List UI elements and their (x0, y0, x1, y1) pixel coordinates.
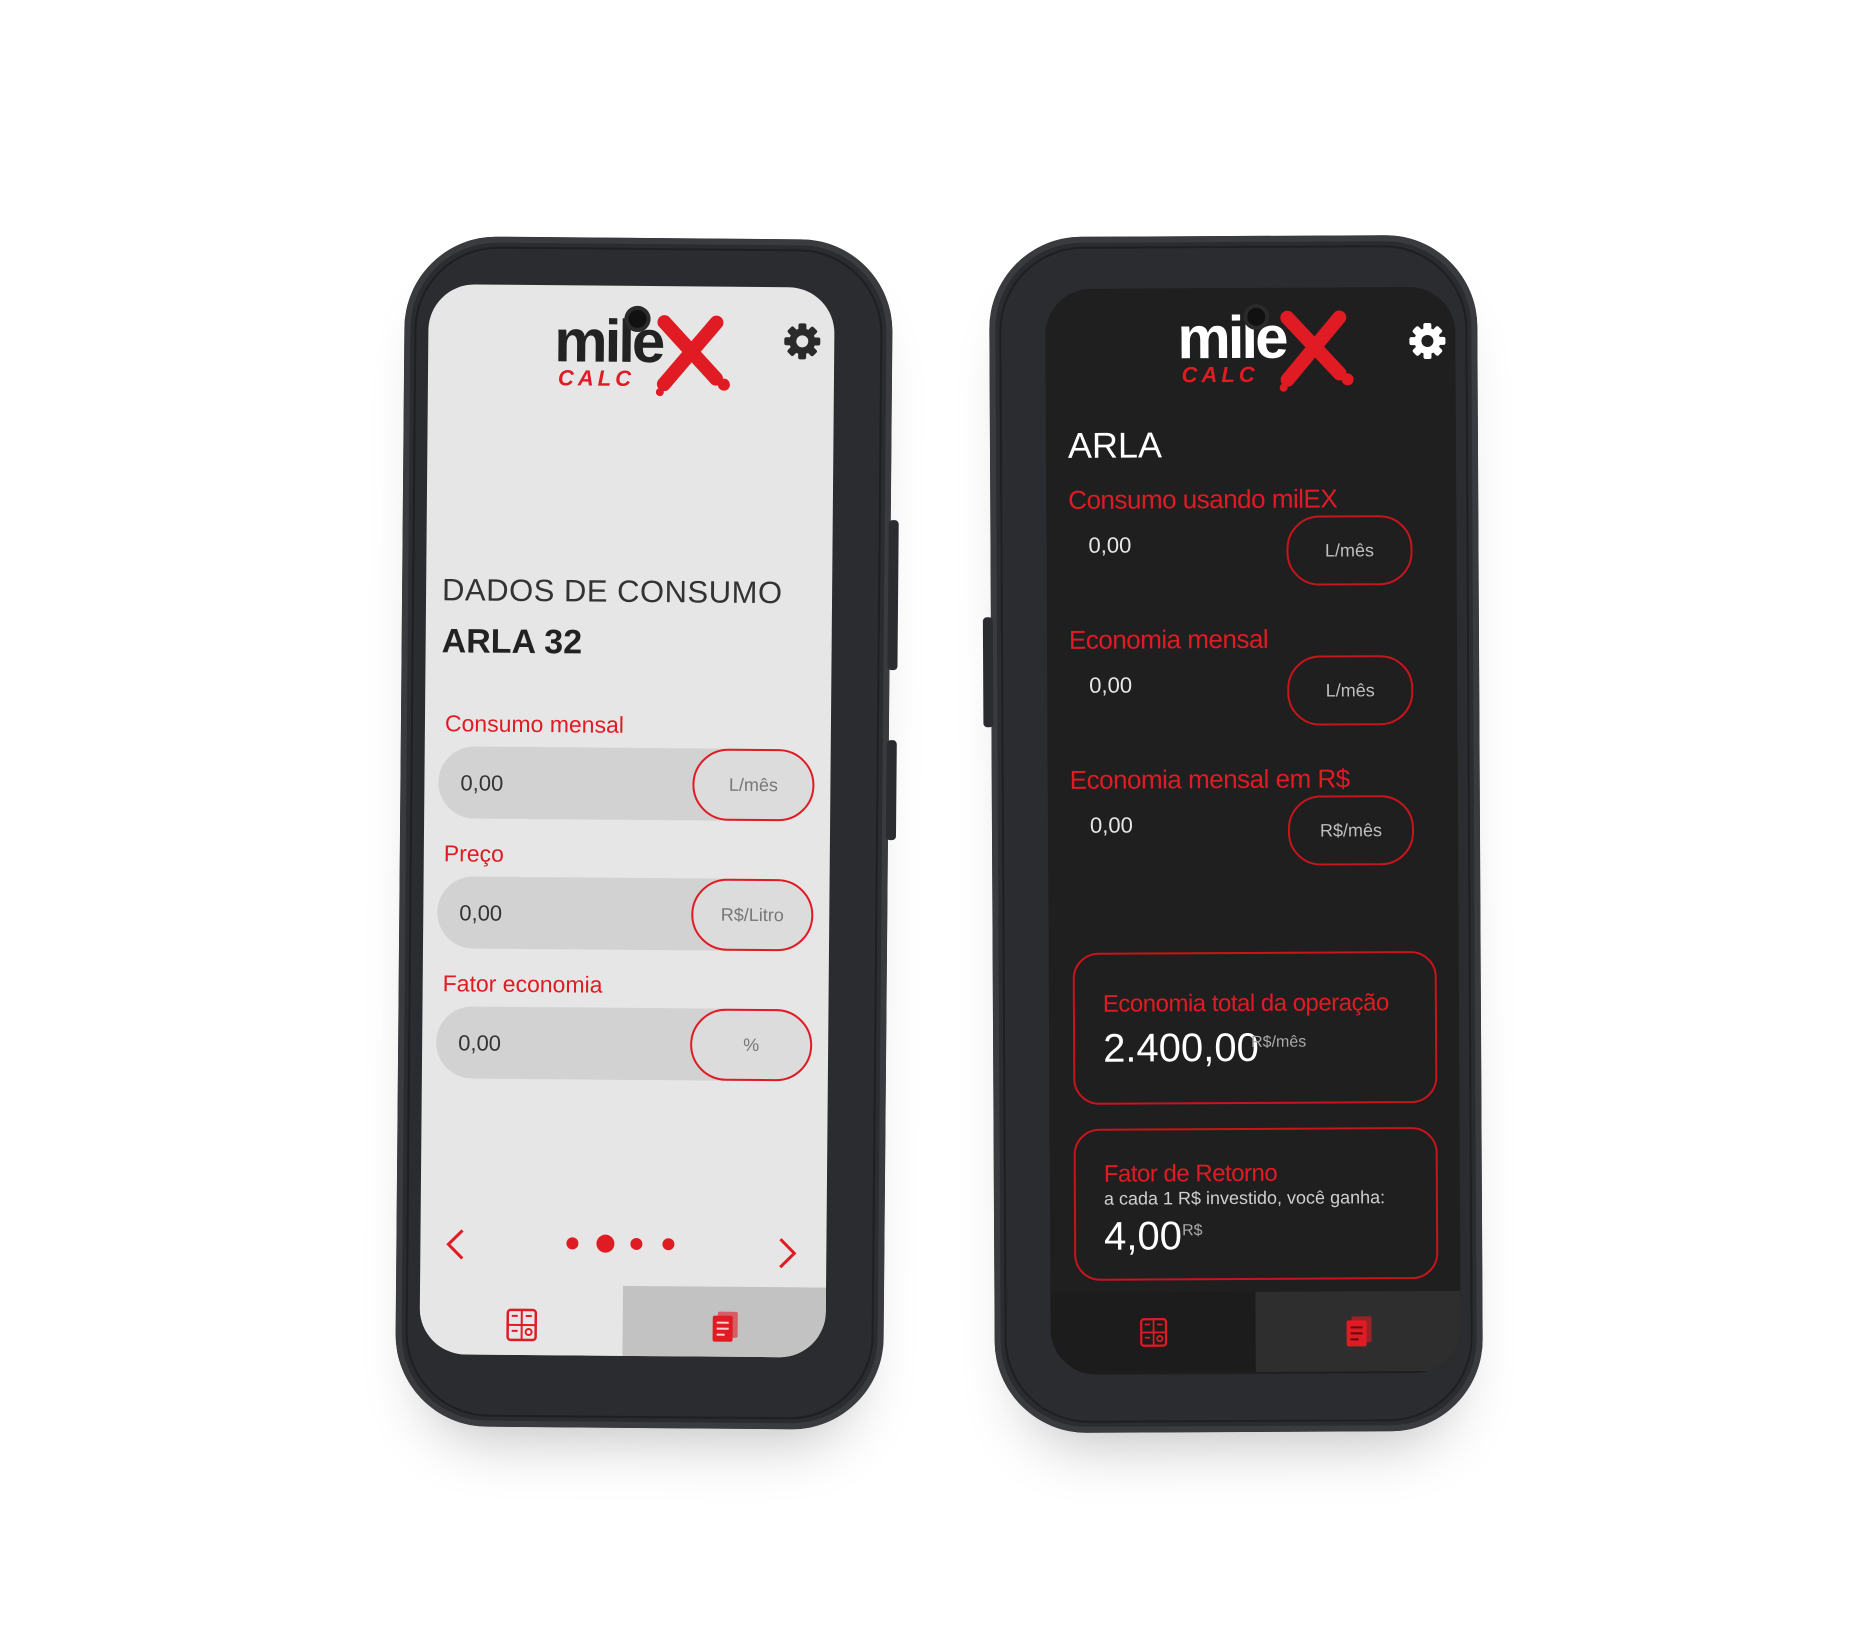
preco-input[interactable]: 0,00 R$/Litro (436, 876, 814, 952)
chevron-right-icon[interactable] (772, 1233, 802, 1273)
tab-calculator[interactable] (419, 1284, 624, 1358)
card-subtitle: a cada 1 R$ investido, você ganha: (1103, 1187, 1386, 1209)
input-value: 0,00 (460, 770, 504, 796)
page-dot[interactable] (566, 1237, 579, 1250)
input-value: 0,00 (459, 900, 503, 926)
card-title: Economia total da operação (1102, 989, 1389, 1018)
phone-light: mile CALC DADOS DE CONSUMO ARLA 32 Consu… (394, 235, 899, 1431)
front-camera (624, 305, 651, 333)
card-value: 4,00 (1103, 1214, 1183, 1259)
page-indicator (566, 1233, 676, 1254)
app-screen-dark: mile CALC ARLA Consumo usando milEX 0,00… (1045, 286, 1461, 1375)
report-icon (1346, 1316, 1372, 1347)
fator-retorno-card: Fator de Retorno a cada 1 R$ investido, … (1073, 1126, 1439, 1281)
tab-calculator[interactable] (1050, 1291, 1256, 1373)
field-label: Consumo mensal (444, 710, 625, 738)
tab-report[interactable] (1255, 1290, 1461, 1372)
field-label: Consumo usando milEX (1068, 483, 1338, 515)
card-title: Fator de Retorno (1103, 1159, 1278, 1188)
economia-total-card: Economia total da operação 2.400,00 R$/m… (1072, 950, 1438, 1105)
section-heading: DADOS DE CONSUMO (441, 572, 783, 611)
page-dot[interactable] (630, 1237, 643, 1251)
card-value: 2.400,00 (1103, 1025, 1259, 1071)
chevron-left-icon[interactable] (440, 1224, 470, 1264)
app-screen-light: mile CALC DADOS DE CONSUMO ARLA 32 Consu… (419, 284, 835, 1358)
logo-x-mark (655, 315, 730, 397)
card-unit: R$/mês (1251, 1033, 1307, 1051)
calculator-icon (1139, 1318, 1167, 1347)
phone-dark: mile CALC ARLA Consumo usando milEX 0,00… (982, 234, 1484, 1434)
power-button (885, 740, 897, 841)
unit-badge: L/mês (1286, 515, 1413, 586)
page-title: ARLA (1067, 424, 1163, 466)
unit-badge: % (689, 1008, 813, 1082)
logo-x-mark (1279, 310, 1354, 392)
field-label: Economia mensal (1068, 623, 1269, 655)
gear-icon[interactable] (782, 321, 822, 361)
gear-icon[interactable] (1407, 321, 1447, 361)
unit-badge: R$/mês (1287, 795, 1415, 866)
fator-economia-input[interactable]: 0,00 % (435, 1006, 813, 1082)
field-label: Fator economia (442, 970, 603, 998)
bottom-tab-bar (1050, 1290, 1461, 1373)
side-button (982, 617, 994, 728)
calculator-icon (505, 1308, 537, 1342)
page-dot-active[interactable] (596, 1234, 615, 1253)
report-icon (712, 1311, 738, 1342)
economia-mensal-value: 0,00 (1089, 672, 1133, 698)
consumo-milex-value: 0,00 (1088, 532, 1132, 558)
section-subheading: ARLA 32 (441, 622, 583, 662)
field-label: Preço (443, 840, 505, 867)
card-unit: R$ (1182, 1222, 1203, 1240)
field-label: Economia mensal em R$ (1069, 763, 1350, 795)
unit-badge: L/mês (1287, 655, 1414, 726)
unit-badge: R$/Litro (690, 878, 814, 952)
bottom-tab-bar (419, 1284, 827, 1358)
tab-report[interactable] (622, 1285, 827, 1358)
front-camera (1243, 303, 1270, 330)
input-value: 0,00 (458, 1030, 502, 1056)
economia-mensal-rs-value: 0,00 (1089, 812, 1133, 838)
consumo-mensal-input[interactable]: 0,00 L/mês (438, 746, 815, 822)
page-dot[interactable] (662, 1238, 675, 1251)
unit-badge: L/mês (692, 748, 815, 822)
volume-button (887, 520, 899, 671)
